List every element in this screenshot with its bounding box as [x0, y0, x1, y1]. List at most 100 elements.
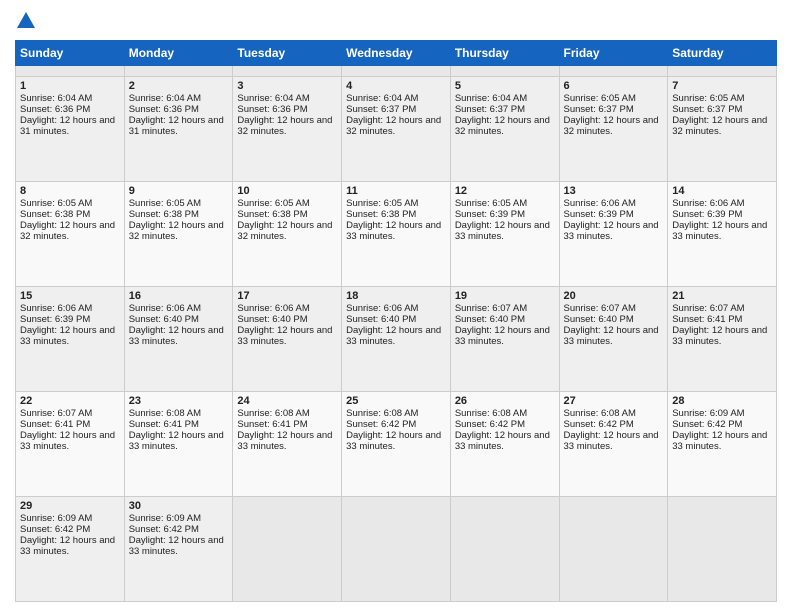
sunset-text: Sunset: 6:41 PM	[237, 419, 307, 430]
calendar-cell: 23Sunrise: 6:08 AMSunset: 6:41 PMDayligh…	[124, 392, 233, 497]
daylight-text: Daylight: 12 hours and 33 minutes.	[237, 325, 332, 347]
day-number: 17	[237, 290, 337, 302]
day-number: 1	[20, 80, 120, 92]
sunset-text: Sunset: 6:40 PM	[455, 314, 525, 325]
sunset-text: Sunset: 6:36 PM	[20, 104, 90, 115]
sunset-text: Sunset: 6:37 PM	[346, 104, 416, 115]
calendar-cell: 8Sunrise: 6:05 AMSunset: 6:38 PMDaylight…	[16, 182, 125, 287]
day-number: 4	[346, 80, 446, 92]
sunrise-text: Sunrise: 6:08 AM	[129, 408, 201, 419]
day-number: 20	[564, 290, 664, 302]
calendar-cell: 7Sunrise: 6:05 AMSunset: 6:37 PMDaylight…	[668, 77, 777, 182]
day-number: 9	[129, 185, 229, 197]
sunrise-text: Sunrise: 6:08 AM	[564, 408, 636, 419]
daylight-text: Daylight: 12 hours and 33 minutes.	[564, 220, 659, 242]
sunset-text: Sunset: 6:40 PM	[564, 314, 634, 325]
sunrise-text: Sunrise: 6:05 AM	[672, 93, 744, 104]
sunset-text: Sunset: 6:42 PM	[20, 524, 90, 535]
day-number: 23	[129, 395, 229, 407]
sunset-text: Sunset: 6:38 PM	[346, 209, 416, 220]
logo-icon	[15, 10, 37, 32]
sunset-text: Sunset: 6:39 PM	[672, 209, 742, 220]
calendar-cell: 4Sunrise: 6:04 AMSunset: 6:37 PMDaylight…	[342, 77, 451, 182]
calendar-cell	[233, 66, 342, 77]
daylight-text: Daylight: 12 hours and 33 minutes.	[129, 535, 224, 557]
day-number: 25	[346, 395, 446, 407]
sunset-text: Sunset: 6:42 PM	[672, 419, 742, 430]
calendar-cell: 10Sunrise: 6:05 AMSunset: 6:38 PMDayligh…	[233, 182, 342, 287]
sunset-text: Sunset: 6:36 PM	[237, 104, 307, 115]
day-header-monday: Monday	[124, 41, 233, 66]
day-header-tuesday: Tuesday	[233, 41, 342, 66]
calendar-cell	[668, 66, 777, 77]
sunset-text: Sunset: 6:36 PM	[129, 104, 199, 115]
sunset-text: Sunset: 6:37 PM	[672, 104, 742, 115]
daylight-text: Daylight: 12 hours and 33 minutes.	[672, 430, 767, 452]
daylight-text: Daylight: 12 hours and 33 minutes.	[455, 430, 550, 452]
daylight-text: Daylight: 12 hours and 33 minutes.	[346, 430, 441, 452]
day-number: 2	[129, 80, 229, 92]
sunset-text: Sunset: 6:39 PM	[564, 209, 634, 220]
calendar-cell	[16, 66, 125, 77]
calendar-cell: 20Sunrise: 6:07 AMSunset: 6:40 PMDayligh…	[559, 287, 668, 392]
calendar-cell	[450, 66, 559, 77]
sunrise-text: Sunrise: 6:09 AM	[129, 513, 201, 524]
sunset-text: Sunset: 6:38 PM	[237, 209, 307, 220]
sunrise-text: Sunrise: 6:07 AM	[455, 303, 527, 314]
day-number: 21	[672, 290, 772, 302]
sunset-text: Sunset: 6:41 PM	[129, 419, 199, 430]
day-number: 28	[672, 395, 772, 407]
daylight-text: Daylight: 12 hours and 33 minutes.	[20, 430, 115, 452]
calendar-cell: 6Sunrise: 6:05 AMSunset: 6:37 PMDaylight…	[559, 77, 668, 182]
day-number: 16	[129, 290, 229, 302]
day-header-wednesday: Wednesday	[342, 41, 451, 66]
calendar-cell: 27Sunrise: 6:08 AMSunset: 6:42 PMDayligh…	[559, 392, 668, 497]
sunrise-text: Sunrise: 6:05 AM	[20, 198, 92, 209]
sunrise-text: Sunrise: 6:05 AM	[455, 198, 527, 209]
day-number: 8	[20, 185, 120, 197]
day-number: 3	[237, 80, 337, 92]
calendar-table: SundayMondayTuesdayWednesdayThursdayFrid…	[15, 40, 777, 602]
sunset-text: Sunset: 6:37 PM	[564, 104, 634, 115]
sunrise-text: Sunrise: 6:06 AM	[564, 198, 636, 209]
calendar-cell: 18Sunrise: 6:06 AMSunset: 6:40 PMDayligh…	[342, 287, 451, 392]
sunrise-text: Sunrise: 6:04 AM	[20, 93, 92, 104]
day-number: 19	[455, 290, 555, 302]
daylight-text: Daylight: 12 hours and 32 minutes.	[20, 220, 115, 242]
calendar-cell	[559, 497, 668, 602]
calendar-cell: 22Sunrise: 6:07 AMSunset: 6:41 PMDayligh…	[16, 392, 125, 497]
sunrise-text: Sunrise: 6:06 AM	[129, 303, 201, 314]
day-number: 5	[455, 80, 555, 92]
daylight-text: Daylight: 12 hours and 33 minutes.	[346, 220, 441, 242]
sunrise-text: Sunrise: 6:06 AM	[20, 303, 92, 314]
calendar-cell: 25Sunrise: 6:08 AMSunset: 6:42 PMDayligh…	[342, 392, 451, 497]
calendar-cell	[559, 66, 668, 77]
calendar-cell: 28Sunrise: 6:09 AMSunset: 6:42 PMDayligh…	[668, 392, 777, 497]
sunset-text: Sunset: 6:40 PM	[346, 314, 416, 325]
calendar-cell	[450, 497, 559, 602]
day-number: 10	[237, 185, 337, 197]
daylight-text: Daylight: 12 hours and 32 minutes.	[129, 220, 224, 242]
calendar-cell	[233, 497, 342, 602]
day-number: 15	[20, 290, 120, 302]
sunrise-text: Sunrise: 6:08 AM	[346, 408, 418, 419]
calendar-cell: 19Sunrise: 6:07 AMSunset: 6:40 PMDayligh…	[450, 287, 559, 392]
sunset-text: Sunset: 6:37 PM	[455, 104, 525, 115]
day-number: 26	[455, 395, 555, 407]
sunrise-text: Sunrise: 6:06 AM	[237, 303, 309, 314]
day-header-thursday: Thursday	[450, 41, 559, 66]
sunset-text: Sunset: 6:38 PM	[20, 209, 90, 220]
daylight-text: Daylight: 12 hours and 33 minutes.	[672, 220, 767, 242]
sunrise-text: Sunrise: 6:05 AM	[129, 198, 201, 209]
calendar-cell	[668, 497, 777, 602]
sunrise-text: Sunrise: 6:05 AM	[237, 198, 309, 209]
calendar-cell: 5Sunrise: 6:04 AMSunset: 6:37 PMDaylight…	[450, 77, 559, 182]
sunset-text: Sunset: 6:40 PM	[129, 314, 199, 325]
daylight-text: Daylight: 12 hours and 31 minutes.	[20, 115, 115, 137]
calendar-cell: 3Sunrise: 6:04 AMSunset: 6:36 PMDaylight…	[233, 77, 342, 182]
day-number: 24	[237, 395, 337, 407]
daylight-text: Daylight: 12 hours and 33 minutes.	[237, 430, 332, 452]
calendar-cell: 21Sunrise: 6:07 AMSunset: 6:41 PMDayligh…	[668, 287, 777, 392]
sunset-text: Sunset: 6:42 PM	[346, 419, 416, 430]
day-header-saturday: Saturday	[668, 41, 777, 66]
